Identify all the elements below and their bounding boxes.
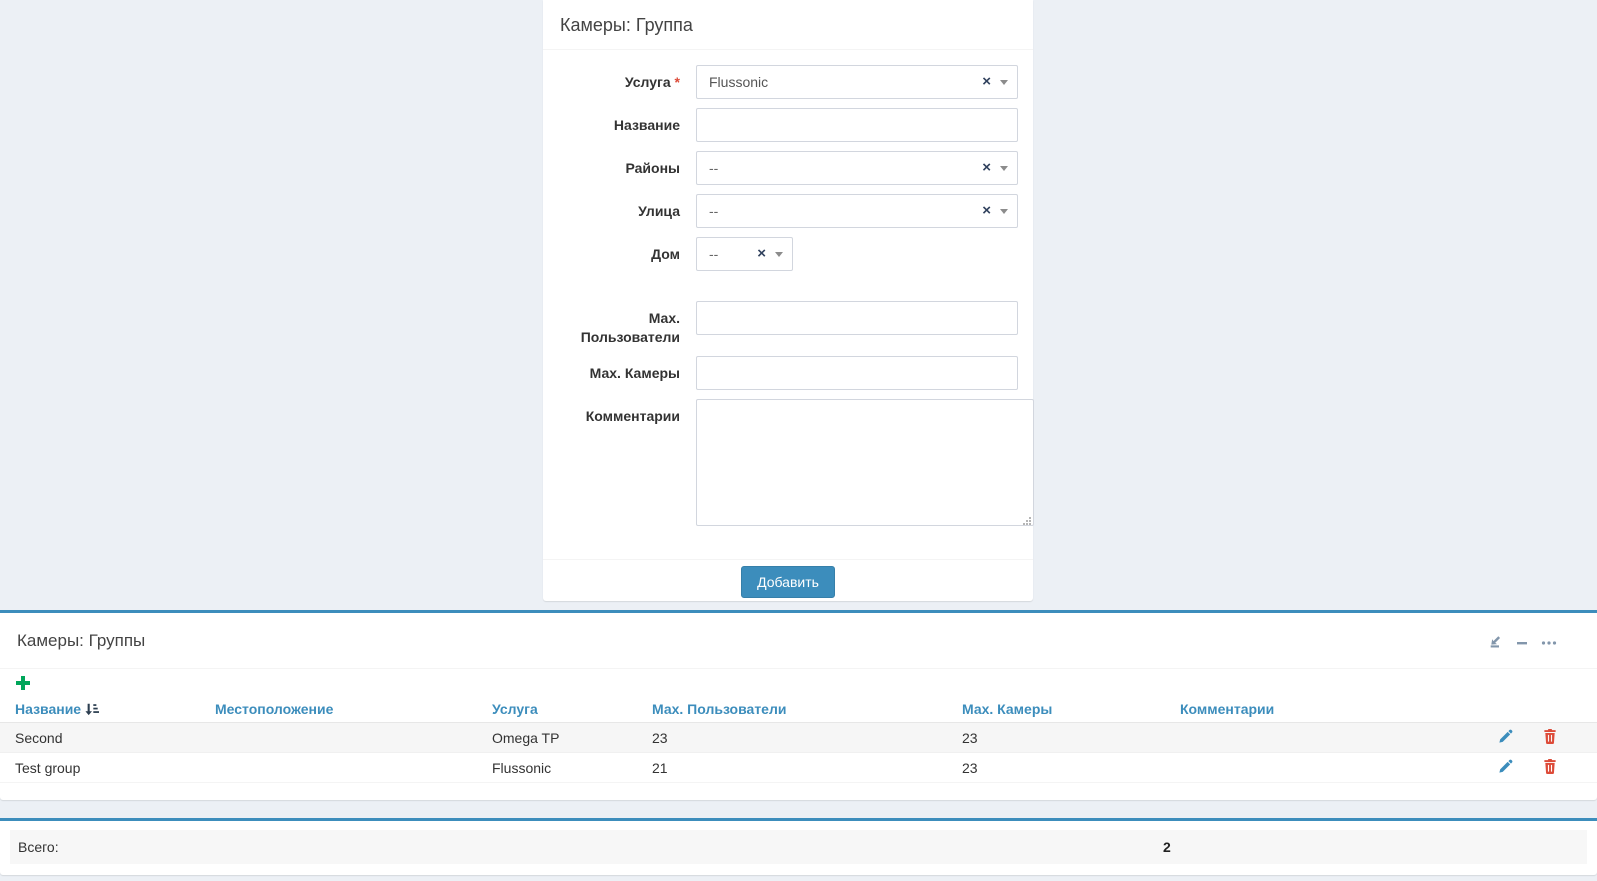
form-footer: Добавить bbox=[543, 559, 1033, 604]
resize-grip-icon[interactable] bbox=[1021, 515, 1031, 525]
column-header-max-cameras[interactable]: Мах. Камеры bbox=[947, 698, 1165, 723]
totals-value: 2 bbox=[1163, 830, 1171, 864]
clear-icon[interactable]: × bbox=[982, 161, 991, 175]
field-row-usluga: Услуга * Flussonic × bbox=[558, 65, 1018, 99]
cell-max-cameras: 23 bbox=[947, 753, 1165, 783]
ulitsa-select[interactable]: -- × bbox=[696, 194, 1018, 228]
cell-max-cameras: 23 bbox=[947, 723, 1165, 753]
cell-name: Second bbox=[0, 723, 200, 753]
clear-icon[interactable]: × bbox=[982, 75, 991, 89]
totals-panel: Всего: 2 bbox=[0, 818, 1597, 875]
cell-location bbox=[200, 723, 477, 753]
usluga-label-text: Услуга bbox=[625, 74, 671, 90]
edit-icon[interactable] bbox=[1498, 729, 1513, 744]
max-users-label: Мах. Пользователи bbox=[558, 301, 680, 347]
clear-icon[interactable]: × bbox=[982, 204, 991, 218]
rayony-select[interactable]: -- × bbox=[696, 151, 1018, 185]
form-body: Услуга * Flussonic × Название Районы -- … bbox=[543, 50, 1033, 531]
cell-service: Omega TP bbox=[477, 723, 637, 753]
column-header-service[interactable]: Услуга bbox=[477, 698, 637, 723]
max-cameras-label: Мах. Камеры bbox=[558, 356, 680, 383]
dom-select-value: -- bbox=[709, 246, 718, 262]
comments-textarea-wrap bbox=[696, 399, 1034, 531]
form-panel-title: Камеры: Группа bbox=[543, 0, 1033, 50]
chevron-down-icon[interactable] bbox=[1000, 80, 1008, 85]
field-row-dom: Дом -- × bbox=[558, 237, 1018, 271]
max-cameras-input[interactable] bbox=[696, 356, 1018, 390]
add-row-icon[interactable] bbox=[15, 675, 31, 691]
table-header-row: Название Местоположение Услуга Мах. Поль… bbox=[0, 698, 1597, 723]
clear-icon[interactable]: × bbox=[757, 247, 766, 261]
delete-icon[interactable] bbox=[1543, 759, 1557, 774]
cell-name: Test group bbox=[0, 753, 200, 783]
column-header-comments[interactable]: Комментарии bbox=[1165, 698, 1475, 723]
cell-actions bbox=[1475, 723, 1597, 753]
rayony-label: Районы bbox=[558, 151, 680, 178]
field-row-nazvanie: Название bbox=[558, 108, 1018, 142]
dom-select[interactable]: -- × bbox=[696, 237, 793, 271]
usluga-select-value: Flussonic bbox=[709, 74, 768, 90]
chevron-down-icon[interactable] bbox=[775, 252, 783, 257]
cell-max-users: 23 bbox=[637, 723, 947, 753]
chevron-down-icon[interactable] bbox=[1000, 166, 1008, 171]
usluga-select[interactable]: Flussonic × bbox=[696, 65, 1018, 99]
table-row: Second Omega TP 23 23 bbox=[0, 723, 1597, 753]
comments-label: Комментарии bbox=[558, 399, 680, 426]
camera-groups-table-panel: Камеры: Группы bbox=[0, 610, 1597, 800]
totals-label: Всего: bbox=[18, 830, 59, 864]
sort-icon[interactable] bbox=[85, 702, 99, 716]
chevron-down-icon[interactable] bbox=[1000, 209, 1008, 214]
nazvanie-input[interactable] bbox=[696, 108, 1018, 142]
field-row-rayony: Районы -- × bbox=[558, 151, 1018, 185]
rayony-select-value: -- bbox=[709, 160, 718, 176]
column-header-max-users[interactable]: Мах. Пользователи bbox=[637, 698, 947, 723]
cell-comments bbox=[1165, 723, 1475, 753]
edit-icon[interactable] bbox=[1498, 759, 1513, 774]
required-asterisk: * bbox=[675, 74, 680, 90]
dom-label: Дом bbox=[558, 237, 680, 264]
column-header-actions bbox=[1475, 698, 1597, 723]
nazvanie-label: Название bbox=[558, 108, 680, 135]
table-panel-title: Камеры: Группы bbox=[17, 631, 145, 651]
cell-service: Flussonic bbox=[477, 753, 637, 783]
column-header-location[interactable]: Местоположение bbox=[200, 698, 477, 723]
table-row: Test group Flussonic 21 23 bbox=[0, 753, 1597, 783]
camera-group-form-panel: Камеры: Группа Услуга * Flussonic × Назв… bbox=[543, 0, 1033, 601]
cell-comments bbox=[1165, 753, 1475, 783]
export-icon[interactable] bbox=[1488, 634, 1503, 648]
delete-icon[interactable] bbox=[1543, 729, 1557, 744]
cell-location bbox=[200, 753, 477, 783]
ulitsa-label: Улица bbox=[558, 194, 680, 221]
cell-actions bbox=[1475, 753, 1597, 783]
comments-textarea[interactable] bbox=[696, 399, 1034, 526]
panel-tools bbox=[1488, 634, 1557, 648]
usluga-label: Услуга * bbox=[558, 65, 680, 92]
groups-table: Название Местоположение Услуга Мах. Поль… bbox=[0, 698, 1597, 783]
field-row-max-users: Мах. Пользователи bbox=[558, 301, 1018, 347]
column-header-name[interactable]: Название bbox=[0, 698, 200, 723]
max-users-input[interactable] bbox=[696, 301, 1018, 335]
add-submit-button[interactable]: Добавить bbox=[741, 566, 835, 598]
field-row-max-cameras: Мах. Камеры bbox=[558, 356, 1018, 390]
field-row-ulitsa: Улица -- × bbox=[558, 194, 1018, 228]
totals-bar: Всего: 2 bbox=[10, 830, 1587, 864]
options-icon[interactable] bbox=[1541, 635, 1557, 647]
field-row-comments: Комментарии bbox=[558, 399, 1018, 531]
cell-max-users: 21 bbox=[637, 753, 947, 783]
collapse-icon[interactable] bbox=[1516, 635, 1528, 647]
table-panel-header: Камеры: Группы bbox=[0, 613, 1597, 669]
ulitsa-select-value: -- bbox=[709, 203, 718, 219]
column-header-name-text: Название bbox=[15, 701, 81, 717]
